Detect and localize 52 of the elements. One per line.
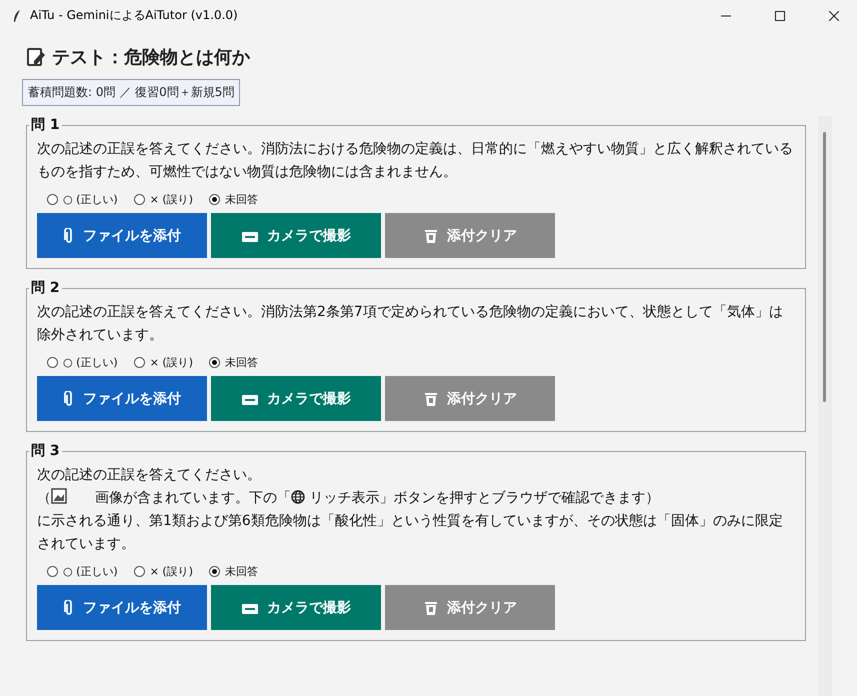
scrollbar[interactable] [818, 116, 832, 696]
globe-icon [291, 490, 305, 504]
question-label: 問 2 [30, 279, 61, 297]
trash-icon [423, 600, 439, 616]
camera-button[interactable]: カメラで撮影 [211, 376, 381, 421]
radio-label: 未回答 [224, 355, 258, 370]
paperclip-icon [63, 600, 75, 616]
paperclip-icon [63, 390, 75, 406]
radio-button[interactable] [47, 566, 58, 577]
question-text: に示される通り、第1類および第6類危険物は「酸化性」という性質を有していますが、その状態は「固体」のみに限定されています。 [37, 512, 784, 554]
radio-button[interactable] [47, 194, 58, 205]
clear-attachment-button[interactable]: 添付クリア [385, 376, 555, 421]
radio-label: ○ (正しい) [63, 564, 118, 579]
clear-attachment-button[interactable]: 添付クリア [385, 213, 555, 258]
document-pencil-icon [26, 47, 46, 67]
paperclip-icon [63, 228, 75, 244]
trash-icon [423, 228, 439, 244]
question-text: 次の記述の正誤を答えてください。消防法における危険物の定義は、日常的に「燃えやすい物質」と広く解釈されているものを指すため、可燃性ではない物質は危険物には含まれません。 [37, 140, 794, 182]
question-label: 問 3 [30, 442, 61, 460]
radio-button[interactable] [208, 357, 220, 368]
radio-button[interactable] [134, 566, 145, 577]
radio-button[interactable] [208, 194, 220, 205]
radio-label: 未回答 [224, 192, 258, 207]
radio-label: × (誤り) [150, 192, 193, 207]
attach-file-button[interactable]: ファイルを添付 [37, 585, 207, 630]
question-text: （ 画像が含まれています。下の「 リッチ表示」ボタンを押すとブラウザで確認できます） [37, 487, 660, 508]
page-heading: テスト：危険物とは何か [52, 46, 250, 69]
scrollbar-thumb[interactable] [823, 132, 826, 402]
radio-label: 未回答 [224, 564, 258, 579]
camera-button[interactable]: カメラで撮影 [211, 213, 381, 258]
maximize-icon [775, 10, 785, 20]
trash-icon [423, 390, 439, 406]
radio-label: ○ (正しい) [63, 355, 118, 370]
question-text: 次の記述の正誤を答えてください。 [37, 466, 262, 485]
stats-label: 蓄積問題数: 0問 ／ 復習0問＋新規5問 [22, 79, 240, 106]
question-text: 次の記述の正誤を答えてください。消防法第2条第7項で定められている危険物の定義において、状態として「気体」は除外されています。 [37, 303, 784, 345]
radio-label: ○ (正しい) [63, 192, 118, 207]
camera-button[interactable]: カメラで撮影 [211, 585, 381, 630]
clear-attachment-button[interactable]: 添付クリア [385, 585, 555, 630]
radio-label: × (誤り) [150, 564, 193, 579]
attach-file-button[interactable]: ファイルを添付 [37, 213, 207, 258]
picture-icon [51, 488, 67, 504]
question-label: 問 1 [30, 116, 61, 134]
window-title: AiTu - GeminiによるAiTutor (v1.0.0) [30, 7, 239, 24]
attach-file-button[interactable]: ファイルを添付 [37, 376, 207, 421]
radio-button[interactable] [47, 357, 58, 368]
radio-button[interactable] [208, 566, 220, 577]
close-icon [829, 10, 839, 20]
feather-icon [12, 8, 22, 22]
radio-button[interactable] [134, 357, 145, 368]
radio-label: × (誤り) [150, 355, 193, 370]
radio-button[interactable] [134, 194, 145, 205]
